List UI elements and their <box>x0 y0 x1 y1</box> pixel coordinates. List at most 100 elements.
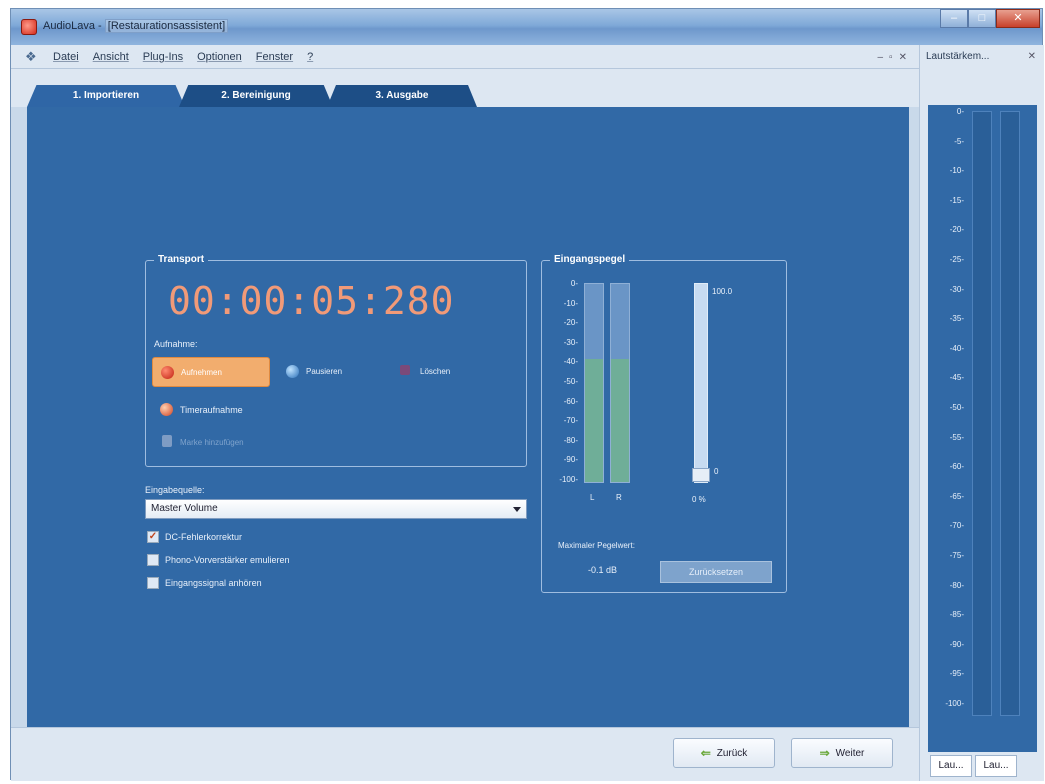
slider-value-label: 0 % <box>692 495 706 504</box>
tab-cleanup[interactable]: 2. Bereinigung <box>179 85 333 107</box>
peak-value: -0.1 dB <box>588 565 618 575</box>
monitor-input-option[interactable]: Eingangssignal anhören <box>147 577 262 589</box>
reset-button[interactable]: Zurücksetzen <box>660 561 772 583</box>
dc-correction-checkbox[interactable]: ✓ <box>147 531 159 543</box>
monitor-input-checkbox[interactable] <box>147 577 159 589</box>
menu-help[interactable]: ? <box>307 51 313 63</box>
phono-preamp-label: Phono-Vorverstärker emulieren <box>165 555 290 565</box>
record-icon <box>161 366 174 379</box>
panel-tab-1[interactable]: Lau... <box>930 755 972 777</box>
arrow-left-icon: ⇐ <box>700 746 711 760</box>
volume-scale-tick: -90- <box>949 639 964 649</box>
volume-meter-title: Lautstärkem... <box>926 51 990 62</box>
volume-scale-tick: -10- <box>949 166 964 176</box>
volume-scale-tick: -85- <box>949 610 964 620</box>
volume-scale-tick: -40- <box>949 343 964 353</box>
marker-icon <box>162 435 172 447</box>
gain-slider-track[interactable] <box>692 283 710 483</box>
volume-scale-tick: -35- <box>949 314 964 324</box>
volume-scale-tick: -70- <box>949 521 964 531</box>
volume-left-track <box>972 111 992 716</box>
app-logo-icon <box>21 19 37 35</box>
transport-title: Transport <box>154 254 209 265</box>
level-scale-tick: -60- <box>563 396 578 406</box>
level-scale-tick: -40- <box>563 357 578 367</box>
app-name: AudioLava - <box>43 20 105 32</box>
wizard-tabs: 1. Importieren 2. Bereinigung 3. Ausgabe <box>11 69 919 107</box>
level-scale-tick: -30- <box>563 337 578 347</box>
volume-right-track <box>1000 111 1020 716</box>
timer-record-icon <box>160 403 173 416</box>
menu-window[interactable]: Fenster <box>256 51 293 63</box>
dc-correction-option[interactable]: ✓ DC-Fehlerkorrektur <box>147 531 242 543</box>
timer-record-label: Timeraufnahme <box>180 405 243 415</box>
panel-tab-2[interactable]: Lau... <box>975 755 1017 777</box>
volume-scale-tick: -5- <box>954 136 964 146</box>
volume-scale-tick: -65- <box>949 491 964 501</box>
menu-items: Datei Ansicht Plug-Ins Optionen Fenster … <box>53 51 313 63</box>
panel-close-icon[interactable]: ✕ <box>1028 51 1036 62</box>
pause-icon <box>286 365 299 378</box>
gain-slider-thumb[interactable] <box>692 468 710 482</box>
level-scale-tick: -70- <box>563 416 578 426</box>
volume-scale-tick: -60- <box>949 462 964 472</box>
document-name: [Restaurationsassistent] <box>104 19 229 33</box>
volume-scale-tick: -80- <box>949 580 964 590</box>
volume-scale-tick: -20- <box>949 225 964 235</box>
slider-max-label: 100.0 <box>712 287 733 296</box>
volume-scale-tick: -15- <box>949 195 964 205</box>
input-level-title: Eingangspegel <box>550 254 630 265</box>
volume-scale-tick: -25- <box>949 255 964 264</box>
back-button[interactable]: ⇐ Zurück <box>673 738 775 768</box>
right-channel-level <box>611 359 629 482</box>
left-channel-level <box>585 359 603 482</box>
peak-label: Maximaler Pegelwert: <box>558 541 635 550</box>
slider-min-label: 0 <box>714 467 719 476</box>
tab-import[interactable]: 1. Importieren <box>27 85 185 107</box>
level-scale-tick: -80- <box>563 435 578 445</box>
arrow-right-icon: ⇒ <box>819 746 830 760</box>
maximize-icon[interactable]: □ <box>968 9 996 28</box>
record-button[interactable]: Aufnehmen <box>152 357 270 387</box>
volume-scale-tick: -75- <box>949 551 964 560</box>
window-title: AudioLava - [Restaurationsassistent] <box>43 19 229 33</box>
phono-preamp-option[interactable]: Phono-Vorverstärker emulieren <box>147 554 290 566</box>
mdi-controls[interactable]: –▫✕ <box>878 52 914 63</box>
transport-group: Transport 00:00:05:280 Aufnahme: Aufnehm… <box>145 254 527 467</box>
menu-file[interactable]: Datei <box>53 51 79 63</box>
time-display: 00:00:05:280 <box>168 279 455 323</box>
menu-bar: ❖ Datei Ansicht Plug-Ins Optionen Fenste… <box>11 45 919 69</box>
menu-view[interactable]: Ansicht <box>93 51 129 63</box>
next-button[interactable]: ⇒ Weiter <box>791 738 893 768</box>
volume-meter: 0- -5- -10- -15- -20- -25- -30- -35- -40- -45- -50… <box>928 105 1037 752</box>
dc-correction-label: DC-Fehlerkorrektur <box>165 532 243 542</box>
volume-scale-tick: -95- <box>949 669 964 679</box>
close-icon[interactable]: ✕ <box>996 9 1040 28</box>
panel-tabs: Lau... Lau... <box>930 755 1017 777</box>
tab-output[interactable]: 3. Ausgabe <box>327 85 477 107</box>
right-channel-label: R <box>616 493 622 502</box>
minimize-icon[interactable]: – <box>940 9 968 28</box>
chevron-down-icon <box>513 507 521 512</box>
pause-label: Pausieren <box>306 367 343 376</box>
wizard-content: Transport 00:00:05:280 Aufnahme: Aufnehm… <box>27 107 909 727</box>
wizard-footer: ⇐ Zurück ⇒ Weiter <box>11 727 919 781</box>
recording-label: Aufnahme: <box>154 339 198 349</box>
window-controls: – □ ✕ <box>940 9 1040 29</box>
level-scale-tick: -10- <box>563 298 578 308</box>
document-menu-icon[interactable]: ❖ <box>25 50 41 64</box>
level-scale-tick: -50- <box>563 377 578 386</box>
monitor-input-label: Eingangssignal anhören <box>165 578 262 588</box>
left-channel-label: L <box>590 493 595 502</box>
level-scale-tick: -20- <box>563 318 578 328</box>
menu-options[interactable]: Optionen <box>197 51 242 63</box>
volume-meter-panel: Lautstärkem... ✕ 0- -5- -10- -15- -20- -25- -3… <box>919 45 1044 781</box>
left-channel-meter <box>584 283 604 483</box>
next-label: Weiter <box>835 747 865 759</box>
level-scale-tick: -100- <box>559 475 578 484</box>
level-scale-tick: -90- <box>563 455 578 465</box>
phono-preamp-checkbox[interactable] <box>147 554 159 566</box>
input-source-select[interactable]: Master Volume <box>145 499 527 519</box>
menu-plugins[interactable]: Plug-Ins <box>143 51 183 63</box>
add-marker-label: Marke hinzufügen <box>180 438 244 447</box>
